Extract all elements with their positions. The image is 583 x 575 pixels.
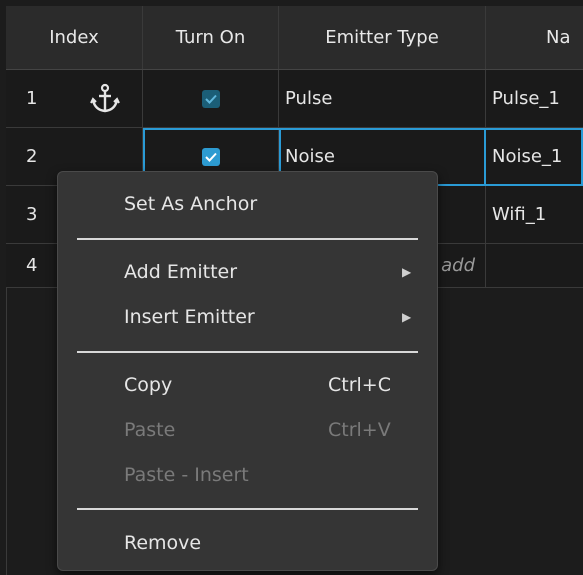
turn-on-checkbox[interactable]	[201, 147, 220, 166]
copy-shortcut: Ctrl+C	[328, 374, 391, 396]
turn-on-cell	[143, 70, 279, 127]
menu-separator	[77, 238, 418, 240]
checkmark-icon	[204, 152, 217, 162]
row-index: 1	[26, 88, 38, 109]
index-cell: 1	[6, 70, 143, 127]
name-cell[interactable]: Pulse_1	[486, 70, 583, 127]
table-row[interactable]: 1 Pulse Pulse_1	[6, 70, 583, 128]
column-header-emitter-type[interactable]: Emitter Type	[279, 6, 486, 69]
emitter-type-cell[interactable]: Pulse	[279, 70, 486, 127]
column-header-turn-on[interactable]: Turn On	[143, 6, 279, 69]
column-header-name[interactable]: Na	[486, 6, 583, 69]
name-cell[interactable]: Wifi_1	[486, 186, 583, 243]
menu-separator	[77, 508, 418, 510]
row-index: 2	[26, 146, 38, 167]
menu-item-paste-insert: Paste - Insert	[124, 464, 249, 486]
checkmark-icon	[204, 94, 217, 104]
table-header: Index Turn On Emitter Type Na	[6, 6, 583, 70]
menu-item-set-as-anchor[interactable]: Set As Anchor	[58, 184, 437, 224]
name-cell[interactable]	[486, 244, 583, 287]
context-menu: Set As Anchor Add Emitter ▶ Insert Emitt…	[57, 171, 438, 571]
paste-shortcut: Ctrl+V	[328, 419, 391, 441]
menu-item-remove[interactable]: Remove	[58, 523, 437, 563]
menu-item-paste: Paste Ctrl+V	[124, 419, 391, 441]
submenu-arrow-icon: ▶	[402, 310, 412, 324]
turn-on-checkbox[interactable]	[201, 89, 220, 108]
anchor-icon	[90, 83, 120, 113]
menu-item-add-emitter[interactable]: Add Emitter ▶	[58, 252, 437, 292]
column-header-index[interactable]: Index	[6, 6, 143, 69]
submenu-arrow-icon: ▶	[402, 265, 412, 279]
row-index: 3	[26, 204, 38, 225]
menu-item-insert-emitter[interactable]: Insert Emitter ▶	[58, 297, 437, 337]
menu-item-copy[interactable]: Copy Ctrl+C	[58, 365, 437, 405]
row-index: 4	[26, 255, 38, 276]
name-cell[interactable]: Noise_1	[486, 128, 583, 185]
menu-separator	[77, 351, 418, 353]
